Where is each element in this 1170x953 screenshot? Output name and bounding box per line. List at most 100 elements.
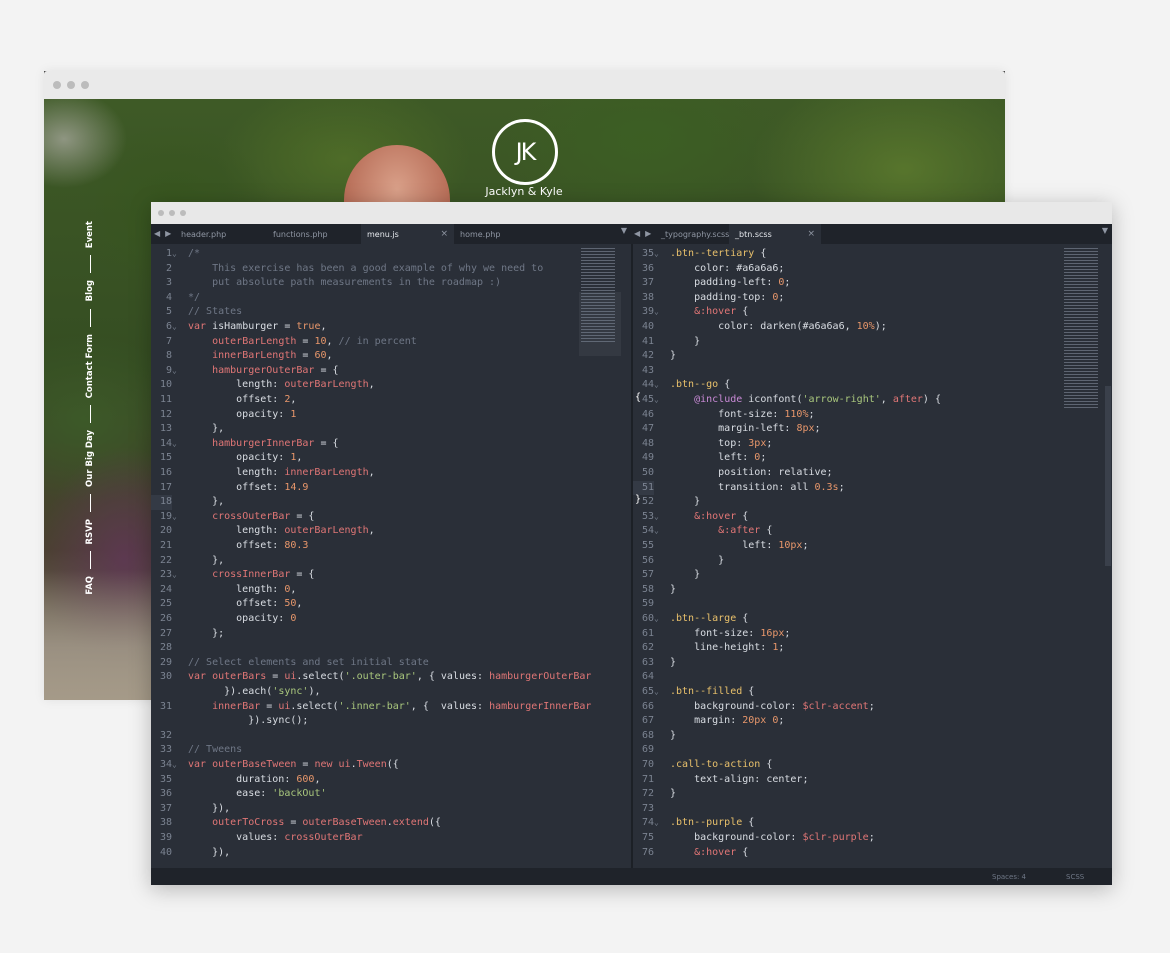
code-line[interactable]: 30 var outerBars = ui.select('.outer-bar'… xyxy=(151,670,631,685)
code-line[interactable]: 36 color: #a6a6a6; xyxy=(633,262,1112,277)
code-line[interactable]: 52 } xyxy=(633,495,1112,510)
code-line[interactable]: 35 ⌄ .btn--tertiary { xyxy=(633,247,1112,262)
minimize-dot-icon[interactable] xyxy=(169,210,175,216)
code-line[interactable]: 29 // Select elements and set initial sta… xyxy=(151,656,631,671)
code-line[interactable]: 65 ⌄ .btn--filled { xyxy=(633,685,1112,700)
code-line[interactable]: 5 // States xyxy=(151,305,631,320)
code-line[interactable]: 28 xyxy=(151,641,631,656)
minimize-dot-icon[interactable] xyxy=(67,81,75,89)
nav-item-our-big-day[interactable]: Our Big Day xyxy=(85,430,95,487)
tab-prev-icon[interactable]: ◀ xyxy=(634,229,640,238)
close-dot-icon[interactable] xyxy=(158,210,164,216)
code-line[interactable]: 24 length: 0, xyxy=(151,583,631,598)
code-line[interactable]: 46 font-size: 110%; xyxy=(633,408,1112,423)
code-line[interactable]: 73 xyxy=(633,802,1112,817)
code-line[interactable]: 1 ⌄ /* xyxy=(151,247,631,262)
code-line[interactable]: 43 xyxy=(633,364,1112,379)
code-line[interactable]: 48 top: 3px; xyxy=(633,437,1112,452)
code-line[interactable]: 39 values: crossOuterBar xyxy=(151,831,631,846)
site-name[interactable]: Jacklyn & Kyle xyxy=(464,185,584,198)
fold-chevron-icon[interactable]: ⌄ xyxy=(172,247,182,262)
code-line[interactable]: 61 font-size: 16px; xyxy=(633,627,1112,642)
code-line[interactable]: 64 xyxy=(633,670,1112,685)
code-line[interactable]: 17 offset: 14.9 xyxy=(151,481,631,496)
code-line[interactable]: 6 ⌄ var isHamburger = true, xyxy=(151,320,631,335)
code-line[interactable]: 22 }, xyxy=(151,554,631,569)
maximize-dot-icon[interactable] xyxy=(180,210,186,216)
code-line[interactable]: 3 put absolute path measurements in the … xyxy=(151,276,631,291)
code-line[interactable]: 60 ⌄ .btn--large { xyxy=(633,612,1112,627)
code-line[interactable]: 10 length: outerBarLength, xyxy=(151,378,631,393)
tab-list-dropdown-icon[interactable]: ▼ xyxy=(621,226,627,235)
code-line[interactable]: 40 }), xyxy=(151,846,631,861)
code-line[interactable]: 58} xyxy=(633,583,1112,598)
nav-item-event[interactable]: Event xyxy=(85,221,95,248)
code-line[interactable]: 9 ⌄ hamburgerOuterBar = { xyxy=(151,364,631,379)
code-line[interactable]: 15 opacity: 1, xyxy=(151,451,631,466)
code-line[interactable]: 38 outerToCross = outerBaseTween.extend(… xyxy=(151,816,631,831)
code-line[interactable]: 7 outerBarLength = 10, // in percent xyxy=(151,335,631,350)
fold-chevron-icon[interactable]: ⌄ xyxy=(172,364,182,379)
code-line[interactable]: 25 offset: 50, xyxy=(151,597,631,612)
code-line[interactable]: 54 ⌄ &:after { xyxy=(633,524,1112,539)
site-logo[interactable]: JK xyxy=(492,119,558,185)
tab-btn-scss[interactable]: _btn.scss × xyxy=(729,224,821,244)
code-line[interactable]: 23 ⌄ crossInnerBar = { xyxy=(151,568,631,583)
code-line[interactable]: }).each('sync'), xyxy=(151,685,631,700)
right-editor-pane[interactable]: 35 ⌄ .btn--tertiary {36 color: #a6a6a6; 37 … xyxy=(633,244,1112,868)
close-dot-icon[interactable] xyxy=(53,81,61,89)
tab-menu-js[interactable]: menu.js × xyxy=(361,224,454,244)
code-line[interactable]: 38 padding-top: 0; xyxy=(633,291,1112,306)
code-line[interactable]: 37 padding-left: 0; xyxy=(633,276,1112,291)
code-line[interactable]: 18 }, xyxy=(151,495,631,510)
code-line[interactable]: 39 ⌄ &:hover { xyxy=(633,305,1112,320)
code-line[interactable]: 37 }), xyxy=(151,802,631,817)
maximize-dot-icon[interactable] xyxy=(81,81,89,89)
nav-item-contact-form[interactable]: Contact Form xyxy=(85,334,95,398)
indentation-setting[interactable]: Spaces: 4 xyxy=(992,873,1026,881)
code-line[interactable]: 66 background-color: $clr-accent; xyxy=(633,700,1112,715)
code-line[interactable]: 68} xyxy=(633,729,1112,744)
fold-chevron-icon[interactable]: ⌄ xyxy=(172,510,182,525)
code-line[interactable]: 20 length: outerBarLength, xyxy=(151,524,631,539)
fold-chevron-icon[interactable]: ⌄ xyxy=(654,393,664,408)
code-line[interactable]: 69 xyxy=(633,743,1112,758)
code-line[interactable]: 70 .call-to-action { xyxy=(633,758,1112,773)
code-line[interactable]: }).sync(); xyxy=(151,714,631,729)
fold-chevron-icon[interactable]: ⌄ xyxy=(654,685,664,700)
code-line[interactable]: 26 opacity: 0 xyxy=(151,612,631,627)
code-line[interactable]: 71 text-align: center; xyxy=(633,773,1112,788)
code-line[interactable]: 27 }; xyxy=(151,627,631,642)
code-line[interactable]: 40 color: darken(#a6a6a6, 10%); xyxy=(633,320,1112,335)
fold-chevron-icon[interactable]: ⌄ xyxy=(654,524,664,539)
fold-chevron-icon[interactable]: ⌄ xyxy=(654,305,664,320)
code-line[interactable]: 42} xyxy=(633,349,1112,364)
code-line[interactable]: 19 ⌄ crossOuterBar = { xyxy=(151,510,631,525)
fold-chevron-icon[interactable]: ⌄ xyxy=(654,378,664,393)
fold-chevron-icon[interactable]: ⌄ xyxy=(172,437,182,452)
code-line[interactable]: 51 transition: all 0.3s; xyxy=(633,480,1112,496)
code-line[interactable]: 47 margin-left: 8px; xyxy=(633,422,1112,437)
code-line[interactable]: 14 ⌄ hamburgerInnerBar = { xyxy=(151,437,631,452)
left-editor-pane[interactable]: 1 ⌄/* 2 This exercise has been a good exam… xyxy=(151,244,631,868)
code-line[interactable]: 31 innerBar = ui.select('.inner-bar', { … xyxy=(151,700,631,715)
code-line[interactable]: 35 duration: 600, xyxy=(151,773,631,788)
code-line[interactable]: 11 offset: 2, xyxy=(151,393,631,408)
fold-chevron-icon[interactable]: ⌄ xyxy=(654,612,664,627)
code-line[interactable]: 33 // Tweens xyxy=(151,743,631,758)
code-line[interactable]: 44 ⌄ .btn--go { xyxy=(633,378,1112,393)
tab-close-icon[interactable]: × xyxy=(440,224,448,245)
tab-functions-php[interactable]: functions.php xyxy=(267,224,361,244)
code-line[interactable]: 57 } xyxy=(633,568,1112,583)
tab-close-icon[interactable]: × xyxy=(807,224,815,245)
code-line[interactable]: 36 ease: 'backOut' xyxy=(151,787,631,802)
syntax-mode[interactable]: SCSS xyxy=(1066,873,1084,881)
code-line[interactable]: 49 left: 0; xyxy=(633,451,1112,466)
nav-item-blog[interactable]: Blog xyxy=(85,280,95,301)
fold-chevron-icon[interactable]: ⌄ xyxy=(172,320,182,335)
code-line[interactable]: 16 length: innerBarLength, xyxy=(151,466,631,481)
code-line[interactable]: 62 line-height: 1; xyxy=(633,641,1112,656)
code-line[interactable]: 34 ⌄ var outerBaseTween = new ui.Tween({ xyxy=(151,758,631,773)
fold-chevron-icon[interactable]: ⌄ xyxy=(172,758,182,773)
code-line[interactable]: 59 xyxy=(633,597,1112,612)
